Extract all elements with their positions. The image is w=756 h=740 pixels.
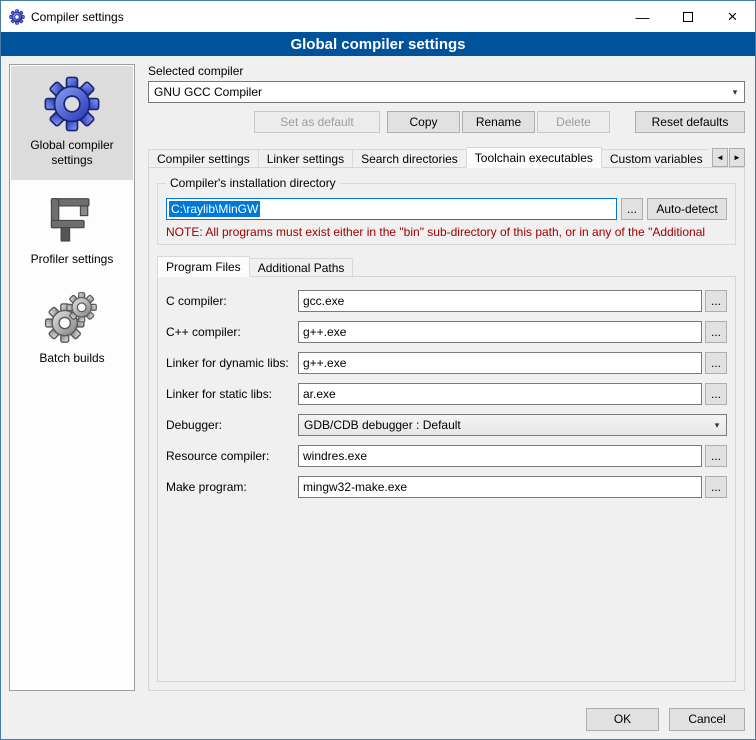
tab-compiler-settings[interactable]: Compiler settings (148, 149, 259, 168)
installation-directory-input[interactable]: C:\raylib\MinGW (166, 198, 617, 220)
cpp-compiler-label: C++ compiler: (166, 325, 298, 339)
form-row-dynamic-linker: Linker for dynamic libs: ... (166, 352, 727, 374)
make-program-input[interactable] (298, 476, 702, 498)
form-row-static-linker: Linker for static libs: ... (166, 383, 727, 405)
reset-defaults-button[interactable]: Reset defaults (635, 111, 745, 133)
dialog-footer: OK Cancel (1, 699, 755, 739)
maximize-icon (683, 12, 693, 22)
sidebar-item-label: Global compiler settings (15, 138, 129, 168)
sidebar-item-batch-builds[interactable]: Batch builds (11, 279, 133, 378)
tab-scroll-left-button[interactable]: ◄ (712, 148, 728, 167)
browse-directory-button[interactable]: ... (621, 198, 643, 220)
tab-scroll-controls: ◄ ► (709, 148, 745, 167)
chevron-down-icon: ▾ (708, 420, 726, 431)
installation-directory-group: Compiler's installation directory C:\ray… (157, 183, 736, 245)
c-compiler-input[interactable] (298, 290, 702, 312)
debugger-label: Debugger: (166, 418, 298, 432)
chevron-down-icon: ▾ (726, 87, 744, 98)
browse-cpp-compiler-button[interactable]: ... (705, 321, 727, 343)
browse-dynamic-linker-button[interactable]: ... (705, 352, 727, 374)
form-row-c-compiler: C compiler: ... (166, 290, 727, 312)
auto-detect-button[interactable]: Auto-detect (647, 198, 727, 220)
installation-directory-value: C:\raylib\MinGW (169, 201, 260, 217)
minimize-button[interactable]: — (620, 1, 665, 32)
debugger-dropdown[interactable]: GDB/CDB debugger : Default ▾ (298, 414, 727, 436)
sidebar-item-profiler-settings[interactable]: Profiler settings (11, 180, 133, 279)
form-row-cpp-compiler: C++ compiler: ... (166, 321, 727, 343)
tab-linker-settings[interactable]: Linker settings (258, 149, 353, 168)
sidebar-item-global-compiler-settings[interactable]: Global compiler settings (11, 66, 133, 180)
compiler-actions: Set as default Copy Rename Delete Reset … (148, 111, 745, 133)
tab-toolchain-executables[interactable]: Toolchain executables (466, 147, 602, 168)
dynamic-linker-label: Linker for dynamic libs: (166, 356, 298, 370)
gray-gears-icon (43, 288, 101, 346)
browse-resource-compiler-button[interactable]: ... (705, 445, 727, 467)
c-compiler-label: C compiler: (166, 294, 298, 308)
maximize-button[interactable] (665, 1, 710, 32)
set-as-default-button[interactable]: Set as default (254, 111, 380, 133)
subtab-additional-paths[interactable]: Additional Paths (249, 258, 354, 277)
minimize-icon: — (636, 9, 650, 25)
cancel-button[interactable]: Cancel (669, 708, 745, 731)
blue-gear-icon (43, 75, 101, 133)
profiler-clamp-icon (43, 189, 101, 247)
dialog-content: Global compiler settings Profiler settin… (1, 56, 755, 699)
rename-button[interactable]: Rename (462, 111, 535, 133)
window-controls: — × (620, 1, 755, 32)
cpp-compiler-input[interactable] (298, 321, 702, 343)
resource-compiler-label: Resource compiler: (166, 449, 298, 463)
form-row-make-program: Make program: ... (166, 476, 727, 498)
app-icon (9, 9, 25, 25)
main-panel: Selected compiler GNU GCC Compiler ▾ Set… (148, 64, 745, 691)
installation-directory-row: C:\raylib\MinGW ... Auto-detect (166, 198, 727, 220)
copy-button[interactable]: Copy (387, 111, 460, 133)
window-title: Compiler settings (31, 10, 124, 24)
program-files-page: C compiler: ... C++ compiler: ... (157, 276, 736, 682)
browse-static-linker-button[interactable]: ... (705, 383, 727, 405)
dynamic-linker-input[interactable] (298, 352, 702, 374)
right-arrow-icon: ► (733, 153, 741, 162)
selected-compiler-label: Selected compiler (148, 64, 745, 78)
programs-tab-strip: Program Files Additional Paths (157, 256, 736, 277)
static-linker-input[interactable] (298, 383, 702, 405)
tab-custom-variables[interactable]: Custom variables (601, 149, 712, 168)
selected-compiler-value: GNU GCC Compiler (154, 85, 726, 99)
browse-c-compiler-button[interactable]: ... (705, 290, 727, 312)
browse-make-program-button[interactable]: ... (705, 476, 727, 498)
toolchain-executables-page: Compiler's installation directory C:\ray… (148, 167, 745, 691)
form-row-debugger: Debugger: GDB/CDB debugger : Default ▾ (166, 414, 727, 436)
title-bar: Compiler settings — × (1, 1, 755, 32)
tab-scroll-right-button[interactable]: ► (729, 148, 745, 167)
selected-compiler-dropdown[interactable]: GNU GCC Compiler ▾ (148, 81, 745, 103)
bin-subdirectory-note: NOTE: All programs must exist either in … (166, 225, 727, 239)
settings-tab-strip: Compiler settings Linker settings Search… (148, 147, 745, 168)
sidebar-item-label: Batch builds (39, 351, 104, 366)
delete-button[interactable]: Delete (537, 111, 610, 133)
static-linker-label: Linker for static libs: (166, 387, 298, 401)
form-row-resource-compiler: Resource compiler: ... (166, 445, 727, 467)
debugger-value: GDB/CDB debugger : Default (304, 418, 708, 432)
make-program-label: Make program: (166, 480, 298, 494)
installation-directory-group-title: Compiler's installation directory (166, 176, 340, 190)
settings-category-list: Global compiler settings Profiler settin… (9, 64, 135, 691)
subtab-program-files[interactable]: Program Files (157, 256, 250, 277)
close-icon: × (728, 7, 738, 27)
sidebar-item-label: Profiler settings (31, 252, 114, 267)
dialog-header: Global compiler settings (1, 32, 755, 56)
close-button[interactable]: × (710, 1, 755, 32)
resource-compiler-input[interactable] (298, 445, 702, 467)
compiler-settings-dialog: Compiler settings — × Global compiler se… (0, 0, 756, 740)
tab-search-directories[interactable]: Search directories (352, 149, 467, 168)
ok-button[interactable]: OK (586, 708, 659, 731)
left-arrow-icon: ◄ (716, 153, 724, 162)
